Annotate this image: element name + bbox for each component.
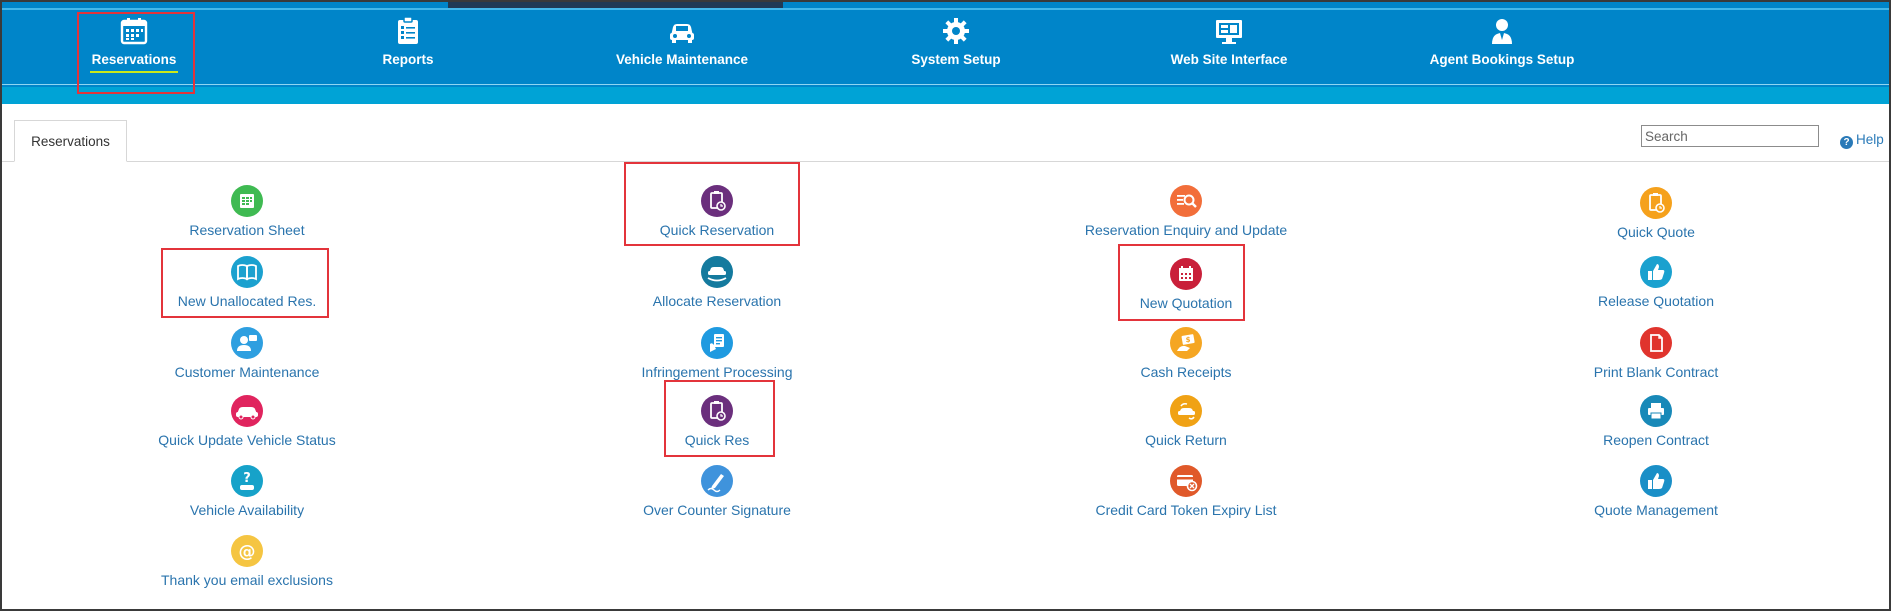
car-icon	[667, 16, 697, 46]
nav-item-web-site-interface[interactable]: Web Site Interface	[1164, 16, 1294, 78]
nav-label: Vehicle Maintenance	[615, 52, 749, 67]
tile-quick-quote[interactable]: Quick Quote	[1506, 187, 1806, 240]
nav-label: System Setup	[911, 52, 1001, 67]
tile-label: Over Counter Signature	[643, 502, 791, 518]
tile-label: Quick Quote	[1617, 224, 1695, 240]
tile-quick-reservation[interactable]: Quick Reservation	[567, 185, 867, 238]
calendar-icon	[1170, 258, 1202, 290]
svg-text:?: ?	[243, 471, 251, 486]
card-x-icon	[1170, 465, 1202, 497]
tile-quick-return[interactable]: Quick Return	[1036, 395, 1336, 448]
top-line	[2, 8, 1889, 10]
question-circle-icon: ?	[1840, 136, 1853, 149]
search-input[interactable]	[1641, 125, 1819, 147]
tile-label: Infringement Processing	[641, 364, 793, 380]
tile-label: Quick Reservation	[659, 222, 775, 238]
printer-icon	[1640, 395, 1672, 427]
nav-item-reservations[interactable]: Reservations	[84, 16, 184, 78]
tile-label: Quick Return	[1145, 432, 1227, 448]
tile-release-quotation[interactable]: Release Quotation	[1506, 256, 1806, 309]
tile-customer-maintenance[interactable]: Customer Maintenance	[97, 327, 397, 380]
top-navigation: Reservations Reports Vehicle Maintenance…	[2, 2, 1889, 87]
tile-label: Quick Res	[684, 432, 750, 448]
nav-label: Agent Bookings Setup	[1429, 52, 1575, 67]
clipboard-clock-icon	[701, 395, 733, 427]
tile-label: Reservation Enquiry and Update	[1084, 222, 1288, 238]
book-icon	[231, 256, 263, 288]
tab-bar-line	[2, 161, 1889, 162]
tile-label: Customer Maintenance	[174, 364, 320, 380]
car-icon	[231, 395, 263, 427]
svg-text:$: $	[1186, 336, 1191, 344]
app-frame: Reservations Reports Vehicle Maintenance…	[0, 0, 1891, 611]
tile-label: Credit Card Token Expiry List	[1095, 502, 1277, 518]
tile-reservation-enquiry-and-update[interactable]: Reservation Enquiry and Update	[1036, 185, 1336, 238]
tile-allocate-reservation[interactable]: Allocate Reservation	[567, 256, 867, 309]
nav-item-reports[interactable]: Reports	[358, 16, 458, 78]
nav-item-agent-bookings-setup[interactable]: Agent Bookings Setup	[1427, 16, 1577, 78]
tile-reopen-contract[interactable]: Reopen Contract	[1506, 395, 1806, 448]
tile-label: Cash Receipts	[1140, 364, 1232, 380]
document-hand-icon	[701, 327, 733, 359]
nav-item-vehicle-maintenance[interactable]: Vehicle Maintenance	[612, 16, 752, 78]
nav-item-system-setup[interactable]: System Setup	[906, 16, 1006, 78]
tile-vehicle-availability[interactable]: ? Vehicle Availability	[97, 465, 397, 518]
tile-label: Allocate Reservation	[652, 293, 782, 309]
tile-label: Quick Update Vehicle Status	[158, 432, 336, 448]
nav-label: Reservations	[91, 52, 177, 67]
gear-icon	[941, 16, 971, 46]
tile-quick-res[interactable]: Quick Res	[567, 395, 867, 448]
tab-reservations[interactable]: Reservations	[14, 120, 127, 162]
sub-header-bar	[2, 87, 1889, 104]
nav-label: Web Site Interface	[1170, 52, 1288, 67]
search-list-icon	[1170, 185, 1202, 217]
person-icon	[231, 327, 263, 359]
tile-infringement-processing[interactable]: Infringement Processing	[567, 327, 867, 380]
nav-bottom-line	[2, 84, 1889, 85]
tile-print-blank-contract[interactable]: Print Blank Contract	[1506, 327, 1806, 380]
tile-credit-card-token-expiry-list[interactable]: Credit Card Token Expiry List	[1036, 465, 1336, 518]
help-link[interactable]: ? Help	[1840, 132, 1884, 149]
tile-quick-update-vehicle-status[interactable]: Quick Update Vehicle Status	[97, 395, 397, 448]
tile-reservation-sheet[interactable]: Reservation Sheet	[97, 185, 397, 238]
tile-cash-receipts[interactable]: $ Cash Receipts	[1036, 327, 1336, 380]
monitor-icon	[1214, 16, 1244, 46]
tile-label: Quote Management	[1594, 502, 1718, 518]
tile-label: Vehicle Availability	[189, 502, 305, 518]
help-label: Help	[1856, 132, 1884, 147]
clipboard-clock-icon	[701, 185, 733, 217]
tile-label: Reservation Sheet	[189, 222, 305, 238]
agent-icon	[1487, 16, 1517, 46]
tile-label: Print Blank Contract	[1593, 364, 1719, 380]
tile-label: Thank you email exclusions	[161, 572, 333, 588]
car-swap-icon	[701, 256, 733, 288]
tile-new-unallocated-res[interactable]: New Unallocated Res.	[97, 256, 397, 309]
car-return-icon	[1170, 395, 1202, 427]
sheet-icon	[231, 185, 263, 217]
calendar-icon	[119, 16, 149, 46]
thumbs-up-icon	[1640, 256, 1672, 288]
tile-label: New Unallocated Res.	[177, 293, 317, 309]
tile-quote-management[interactable]: Quote Management	[1506, 465, 1806, 518]
document-icon	[1640, 327, 1672, 359]
nav-label: Reports	[382, 52, 434, 67]
question-car-icon: ?	[231, 465, 263, 497]
svg-text:@: @	[239, 542, 256, 562]
active-underline	[90, 71, 178, 73]
tile-label: Reopen Contract	[1603, 432, 1709, 448]
tile-label: Release Quotation	[1598, 293, 1714, 309]
clipboard-list-icon	[393, 16, 423, 46]
tile-label: New Quotation	[1139, 295, 1233, 311]
tile-new-quotation[interactable]: New Quotation	[1036, 258, 1336, 311]
thumbs-up-icon	[1640, 465, 1672, 497]
pen-icon	[701, 465, 733, 497]
tile-thank-you-email-exclusions[interactable]: @ Thank you email exclusions	[97, 535, 397, 588]
receipt-hand-icon: $	[1170, 327, 1202, 359]
clipboard-clock-icon	[1640, 187, 1672, 219]
at-icon: @	[231, 535, 263, 567]
tile-over-counter-signature[interactable]: Over Counter Signature	[567, 465, 867, 518]
